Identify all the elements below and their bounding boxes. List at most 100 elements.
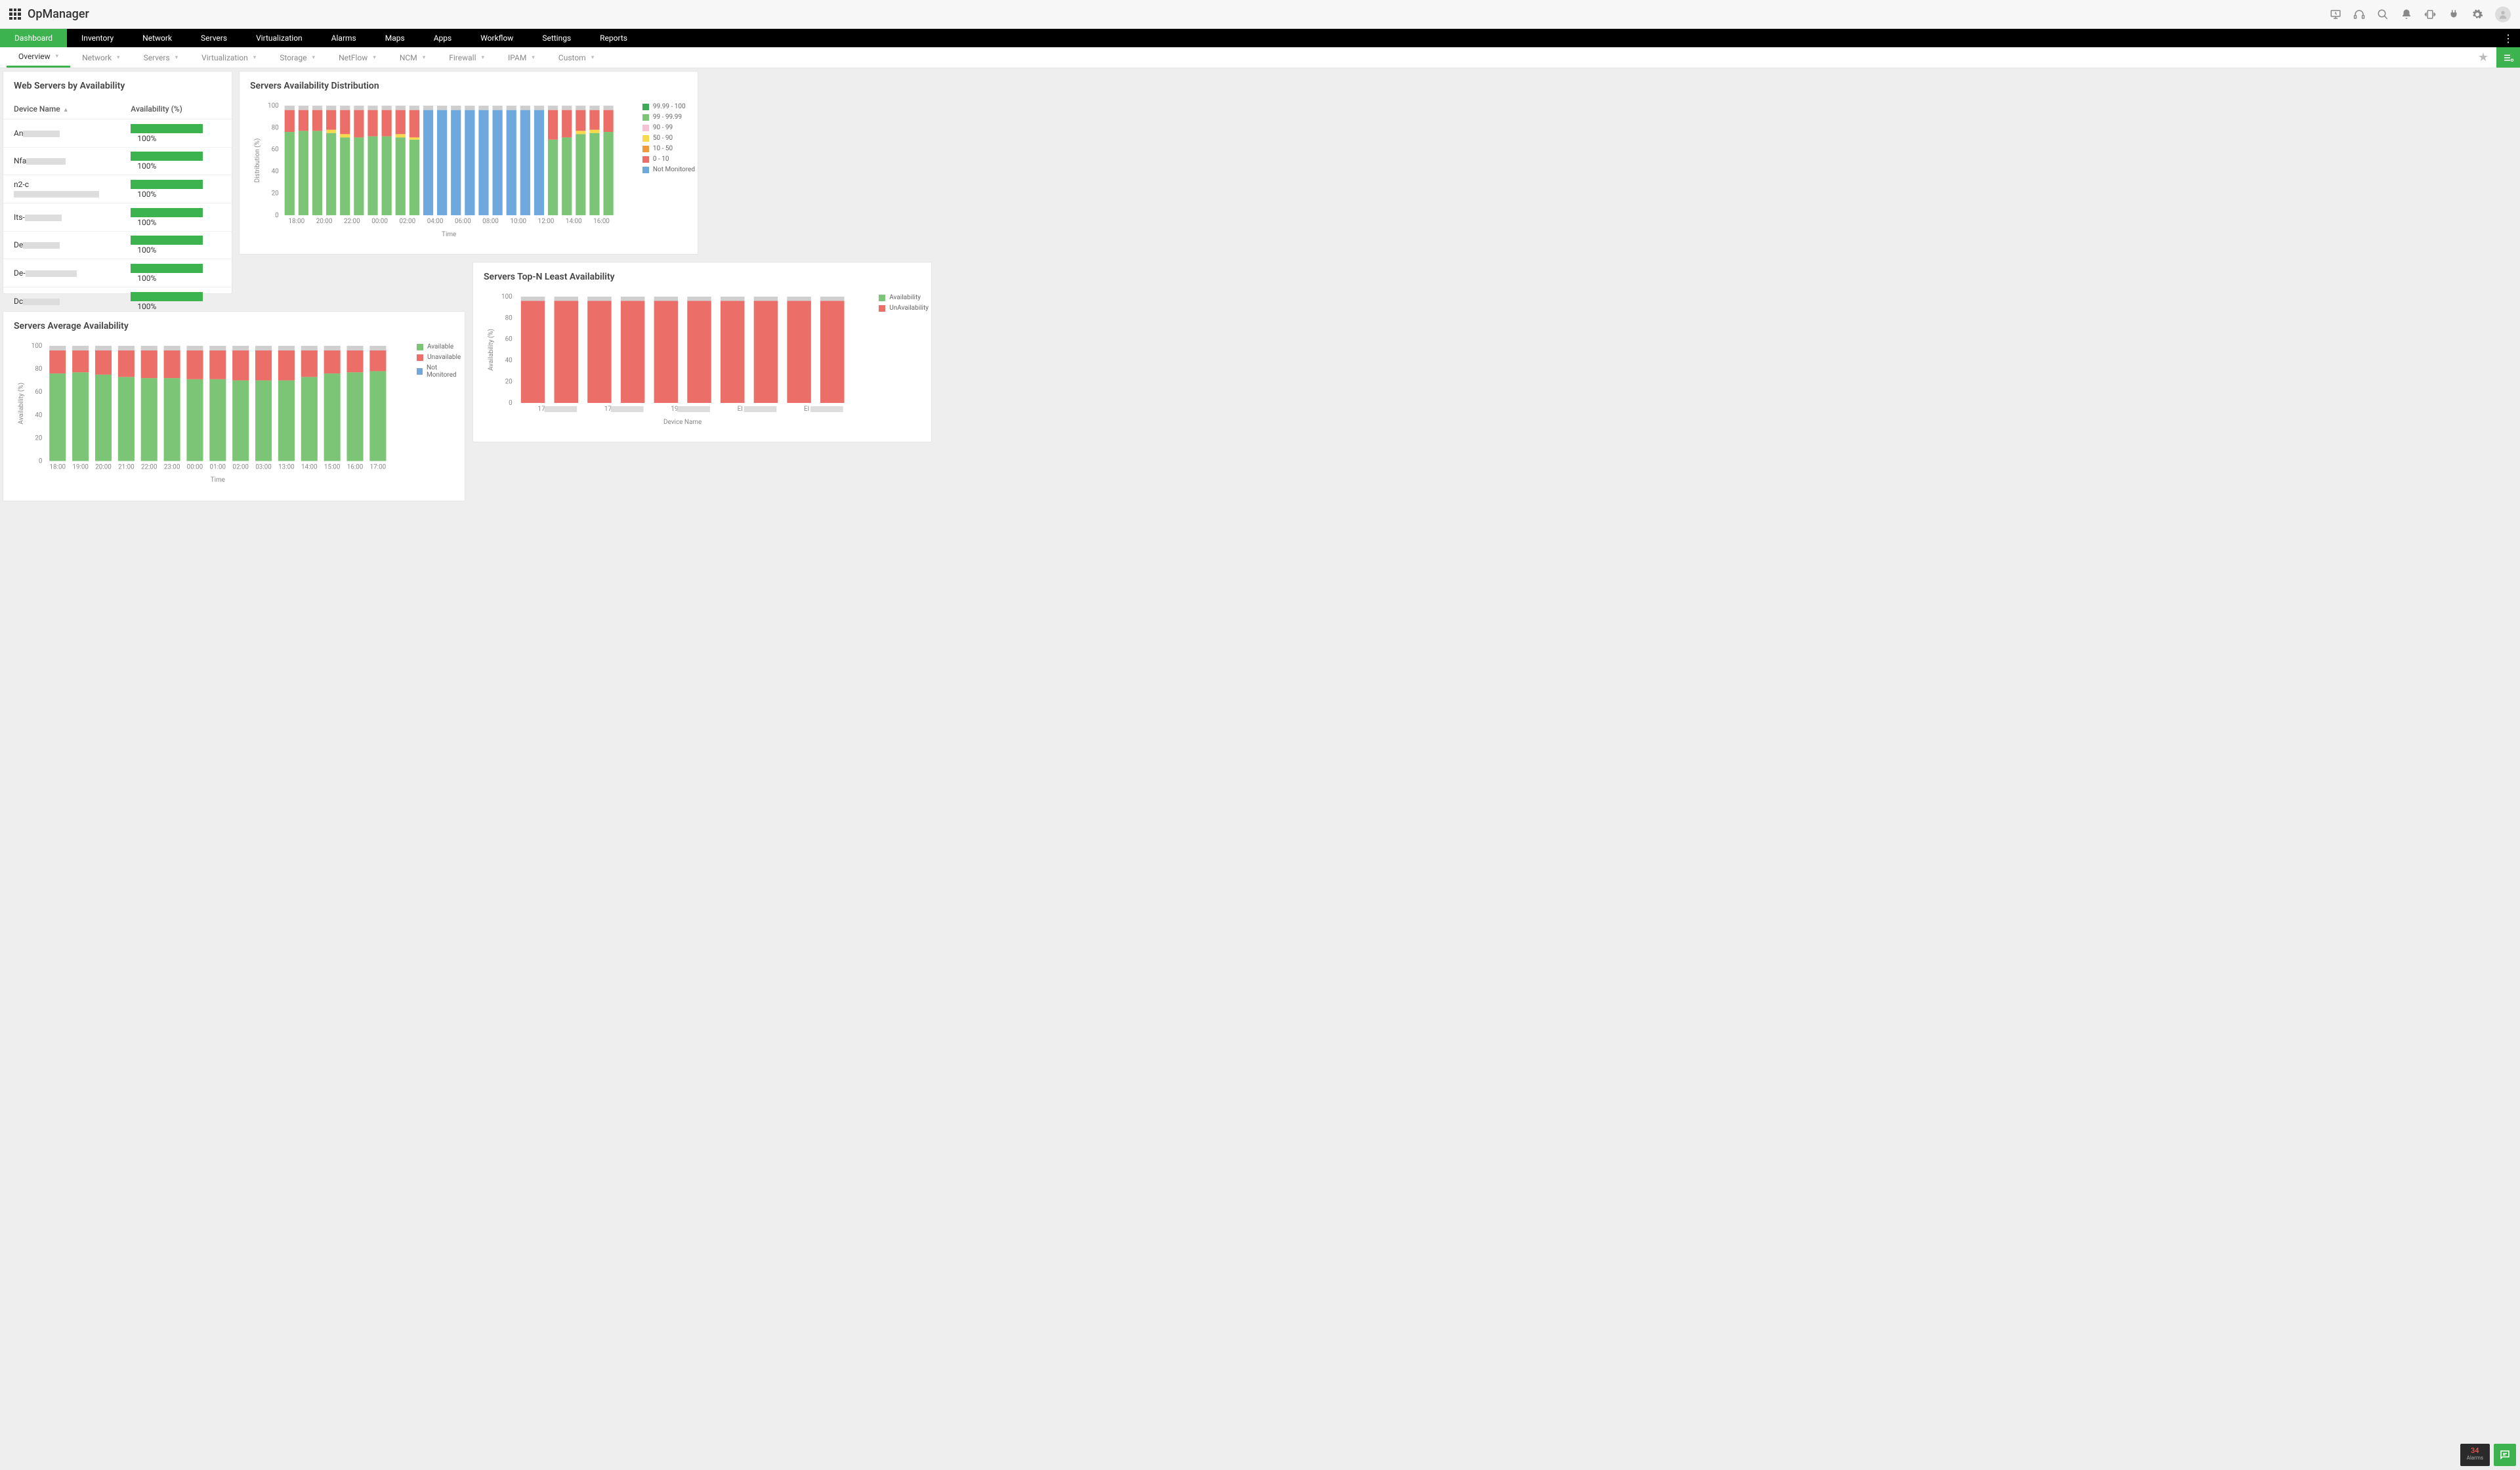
user-avatar[interactable] (2495, 7, 2511, 22)
nav1-item-maps[interactable]: Maps (371, 29, 419, 47)
nav1-item-workflow[interactable]: Workflow (466, 29, 528, 47)
brand-title: OpManager (28, 7, 89, 21)
svg-text:22:00: 22:00 (344, 218, 360, 225)
legend-item[interactable]: 10 - 50 (642, 145, 695, 152)
svg-text:14:00: 14:00 (301, 463, 318, 471)
bell-icon[interactable] (2401, 9, 2412, 20)
table-row[interactable]: Nfa100% (3, 147, 232, 175)
nav2-item-ipam[interactable]: IPAM▾ (496, 47, 547, 68)
vibrate-icon[interactable] (2424, 9, 2436, 20)
screen-icon[interactable] (2330, 9, 2342, 20)
nav2-item-virtualization[interactable]: Virtualization▾ (190, 47, 268, 68)
col-availability[interactable]: Availability (%) (120, 99, 232, 119)
table-row[interactable]: An100% (3, 119, 232, 148)
primary-nav: DashboardInventoryNetworkServersVirtuali… (0, 29, 2520, 47)
svg-text:06:00: 06:00 (455, 218, 471, 225)
svg-text:16:00: 16:00 (593, 218, 610, 225)
nav2-item-storage[interactable]: Storage▾ (268, 47, 327, 68)
svg-text:12:00: 12:00 (538, 218, 555, 225)
svg-text:01:00: 01:00 (210, 463, 226, 471)
legend-item[interactable]: Availability (879, 294, 929, 301)
table-row[interactable]: Its-100% (3, 203, 232, 231)
svg-text:60: 60 (505, 336, 513, 343)
plug-icon[interactable] (2448, 9, 2460, 20)
svg-text:00:00: 00:00 (371, 218, 388, 225)
nav2-item-firewall[interactable]: Firewall▾ (437, 47, 496, 68)
nav2-item-netflow[interactable]: NetFlow▾ (327, 47, 388, 68)
chevron-down-icon: ▾ (373, 54, 376, 61)
svg-text:El: El (804, 406, 809, 413)
nav1-item-apps[interactable]: Apps (419, 29, 467, 47)
chevron-down-icon: ▾ (253, 54, 257, 61)
legend-item[interactable]: 0 - 10 (642, 156, 695, 163)
nav1-item-network[interactable]: Network (128, 29, 186, 47)
chat-icon[interactable] (2494, 1444, 2516, 1466)
svg-text:20: 20 (505, 379, 513, 386)
legend-item[interactable]: 50 - 90 (642, 135, 695, 142)
svg-text:20: 20 (35, 434, 42, 442)
nav2-item-servers[interactable]: Servers▾ (132, 47, 190, 68)
table-row[interactable]: n2-c100% (3, 175, 232, 203)
nav1-item-inventory[interactable]: Inventory (67, 29, 128, 47)
average-chart[interactable]: 020406080100Availability (%)18:0019:0020… (14, 342, 454, 484)
panel-servers-distribution: Servers Availability Distribution 020406… (239, 71, 698, 255)
nav1-item-settings[interactable]: Settings (528, 29, 585, 47)
legend-item[interactable]: 90 - 99 (642, 124, 695, 131)
legend-item[interactable]: Unavailable (417, 354, 465, 361)
alarm-count-button[interactable]: 34 Alarms (2460, 1444, 2490, 1466)
legend-item[interactable]: Not Monitored (642, 166, 695, 173)
svg-text:100: 100 (32, 343, 43, 350)
legend-item[interactable]: 99 - 99.99 (642, 114, 695, 121)
dashboard: Web Servers by Availability Device Name▲… (0, 68, 2520, 567)
svg-text:02:00: 02:00 (399, 218, 415, 225)
svg-text:40: 40 (35, 411, 42, 419)
topn-chart[interactable]: 020406080100Availability (%)171719ElElDe… (484, 293, 921, 427)
gear-icon[interactable] (2471, 9, 2483, 20)
table-row[interactable]: De-100% (3, 259, 232, 287)
legend-item[interactable]: Available (417, 343, 465, 350)
svg-text:60: 60 (272, 146, 280, 154)
nav1-item-dashboard[interactable]: Dashboard (0, 29, 67, 47)
secondary-nav: Overview▾Network▾Servers▾Virtualization▾… (0, 47, 2520, 68)
panel-servers-topn: Servers Top-N Least Availability 0204060… (472, 262, 932, 442)
apps-grid-icon[interactable] (9, 9, 21, 20)
svg-text:17: 17 (538, 406, 546, 413)
svg-text:20:00: 20:00 (316, 218, 333, 225)
panel-title: Web Servers by Availability (3, 72, 232, 99)
legend-item[interactable]: 99.99 - 100 (642, 103, 695, 110)
svg-text:Time: Time (442, 231, 456, 238)
svg-text:20:00: 20:00 (95, 463, 112, 471)
panel-servers-average: Servers Average Availability 02040608010… (3, 311, 465, 501)
nav1-item-alarms[interactable]: Alarms (317, 29, 371, 47)
headset-icon[interactable] (2353, 9, 2365, 20)
svg-text:00:00: 00:00 (187, 463, 203, 471)
panel-title: Servers Average Availability (3, 312, 465, 339)
add-widget-button[interactable] (2496, 47, 2520, 68)
average-legend: Available Unavailable Not Monitored (417, 343, 465, 382)
nav2-item-ncm[interactable]: NCM▾ (388, 47, 437, 68)
nav2-item-overview[interactable]: Overview▾ (7, 47, 70, 68)
svg-text:04:00: 04:00 (427, 218, 444, 225)
app-header: OpManager (0, 0, 2520, 29)
chevron-down-icon: ▾ (312, 54, 316, 61)
svg-text:0: 0 (275, 212, 279, 219)
table-row[interactable]: De100% (3, 231, 232, 259)
nav1-item-servers[interactable]: Servers (186, 29, 242, 47)
svg-text:10:00: 10:00 (510, 218, 526, 225)
favorite-star-icon[interactable]: ★ (2470, 47, 2496, 68)
nav2-item-custom[interactable]: Custom▾ (547, 47, 606, 68)
nav1-item-reports[interactable]: Reports (585, 29, 642, 47)
svg-text:Device Name: Device Name (663, 419, 702, 426)
nav2-item-network[interactable]: Network▾ (70, 47, 131, 68)
svg-text:02:00: 02:00 (232, 463, 249, 471)
col-device-name[interactable]: Device Name▲ (3, 99, 120, 119)
svg-text:Time: Time (211, 476, 225, 484)
legend-item[interactable]: Not Monitored (417, 364, 465, 379)
distribution-chart[interactable]: 020406080100Distribution (%)18:0020:0022… (250, 102, 687, 239)
nav1-item-virtualization[interactable]: Virtualization (242, 29, 317, 47)
chevron-down-icon: ▾ (532, 54, 535, 61)
nav-overflow-icon[interactable]: ⋮ (2496, 29, 2520, 47)
distribution-legend: 99.99 - 100 99 - 99.99 90 - 99 50 - 90 10 - … (642, 103, 695, 177)
search-icon[interactable] (2377, 9, 2389, 20)
legend-item[interactable]: UnAvailability (879, 304, 929, 312)
